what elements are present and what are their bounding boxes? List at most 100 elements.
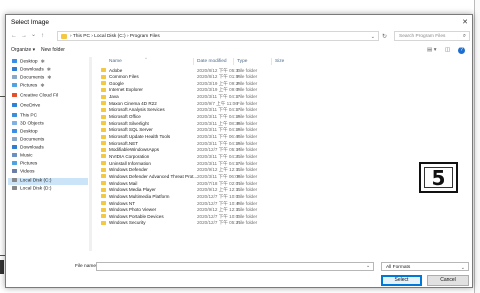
type-cell: File folder bbox=[237, 134, 258, 139]
table-row[interactable]: Internet Explorer 2020/3/19 上午 09:08 File … bbox=[95, 87, 325, 93]
pin-icon[interactable]: ✱ bbox=[40, 84, 44, 89]
search-icon[interactable]: ⌕ bbox=[463, 33, 466, 40]
table-row[interactable]: ModifiableWindowsApps 2020/12/7 下午 05:14 F… bbox=[95, 147, 325, 153]
chevron-down-icon[interactable]: ⌄ bbox=[371, 34, 375, 40]
table-row[interactable]: Windows Mail 2020/7/18 下午 02:01 File folde… bbox=[95, 180, 325, 186]
folder-icon bbox=[101, 81, 106, 86]
sidebar-item[interactable]: Local Disk (D:) bbox=[12, 186, 51, 193]
table-row[interactable]: Microsoft Analysis Services 2020/3/11 下午 … bbox=[95, 107, 325, 113]
column-header-name[interactable]: Name bbox=[109, 59, 122, 64]
chevron-down-icon[interactable]: ⌄ bbox=[366, 263, 370, 269]
sidebar-item-label: Creative Cloud Fil bbox=[20, 93, 59, 99]
sidebar-item-label: Local Disk (D:) bbox=[20, 186, 52, 192]
table-row[interactable]: Windows NT 2020/12/7 下午 10:48 File folder bbox=[95, 200, 325, 206]
table-row[interactable]: Google 2020/3/19 上午 09:28 File folder bbox=[95, 80, 325, 86]
cancel-button[interactable]: Cancel bbox=[427, 275, 469, 286]
type-cell: File folder bbox=[237, 107, 258, 113]
table-row[interactable]: Windows Portable Devices 2020/12/7 下午 10:… bbox=[95, 213, 325, 219]
help-icon[interactable]: ? bbox=[458, 47, 465, 54]
table-row[interactable]: Windows Multimedia Platform 2020/12/7 下午 … bbox=[95, 193, 325, 199]
sidebar-item[interactable]: Downloads ✱ bbox=[12, 67, 51, 74]
folder-icon bbox=[101, 207, 106, 212]
table-row[interactable]: NVIDIA Corporation 2020/3/11 下午 04:21 File… bbox=[95, 153, 325, 159]
table-row[interactable]: Microsoft Silverlight 2020/3/11 上午 08:38 F… bbox=[95, 120, 325, 126]
type-cell: File folder bbox=[237, 153, 258, 159]
table-row[interactable]: Windows Media Player 2020/9/12 上午 12:11 Fi… bbox=[95, 187, 325, 193]
type-cell: File folder bbox=[237, 207, 258, 213]
file-name-cell: Windows Security bbox=[109, 220, 146, 226]
date-modified-cell: 2020/12/7 下午 10:02 bbox=[197, 193, 241, 199]
column-header-type[interactable]: Type bbox=[237, 59, 247, 64]
new-folder-button[interactable]: New folder bbox=[41, 47, 65, 53]
recent-locations-chevron-icon[interactable]: ⌄ bbox=[31, 31, 36, 38]
sidebar-item[interactable]: Pictures ✱ bbox=[12, 83, 44, 90]
sidebar-item-label: Pictures bbox=[20, 161, 38, 167]
date-modified-cell: 2020/3/11 下午 04:17 bbox=[197, 107, 241, 113]
table-row[interactable]: Windows Defender Advanced Threat Prot...… bbox=[95, 173, 325, 179]
preview-pane-icon[interactable]: ◫ bbox=[445, 47, 450, 53]
navigation-scrollbar[interactable] bbox=[89, 57, 92, 251]
refresh-icon[interactable]: ↻ bbox=[382, 33, 387, 40]
pin-icon[interactable]: ✱ bbox=[47, 68, 51, 73]
table-row[interactable]: Adobe 2020/8/12 下午 05:32 File folder bbox=[95, 67, 325, 73]
sidebar-item[interactable]: 3D Objects bbox=[12, 121, 44, 128]
column-separator[interactable] bbox=[233, 58, 234, 65]
table-row[interactable]: Microsoft Update Health Tools 2020/3/11 下… bbox=[95, 134, 325, 140]
table-row[interactable]: Microsoft SQL Server 2020/3/11 下午 04:19 Fi… bbox=[95, 127, 325, 133]
sidebar-item[interactable]: Desktop bbox=[12, 129, 38, 136]
sidebar-item[interactable]: This PC bbox=[12, 113, 37, 120]
forward-arrow-icon[interactable]: → bbox=[21, 33, 27, 39]
type-cell: File folder bbox=[237, 147, 258, 153]
sidebar-item[interactable]: Desktop ✱ bbox=[12, 59, 45, 66]
table-row[interactable]: Windows Defender 2020/9/12 上午 12:11 File f… bbox=[95, 167, 325, 173]
folder-icon bbox=[101, 201, 106, 205]
file-name-cell: Microsoft Office bbox=[109, 114, 141, 120]
table-row[interactable]: Windows Photo Viewer 2020/9/12 上午 12:11 Fi… bbox=[95, 207, 325, 213]
date-modified-cell: 2020/3/11 下午 04:17 bbox=[197, 160, 241, 166]
sidebar-item[interactable]: Documents bbox=[12, 137, 44, 144]
up-arrow-icon[interactable]: ↑ bbox=[41, 33, 44, 39]
sidebar-item[interactable]: Pictures bbox=[12, 161, 37, 168]
folder-icon bbox=[101, 101, 106, 106]
table-row[interactable]: Microsoft Office 2020/3/11 下午 04:19 File f… bbox=[95, 114, 325, 120]
organize-button[interactable]: Organize ▾ bbox=[11, 47, 35, 53]
sidebar-item[interactable]: Creative Cloud Fil bbox=[12, 93, 58, 100]
folder-icon bbox=[101, 107, 106, 112]
date-modified-cell: 2020/8/12 下午 01:56 bbox=[197, 74, 241, 80]
sidebar-item[interactable]: Videos bbox=[12, 169, 35, 176]
table-row[interactable]: Microsoft.NET 2020/3/11 下午 04:19 File fold… bbox=[95, 140, 325, 146]
sidebar-item[interactable]: Documents ✱ bbox=[12, 75, 51, 82]
table-row[interactable]: Windows Security 2020/12/7 下午 05:21 File f… bbox=[95, 220, 325, 226]
column-header-size[interactable]: Size bbox=[275, 59, 284, 64]
table-row[interactable]: Maxon Cinema 4D R22 2020/9/7 上午 11:06 File… bbox=[95, 100, 325, 106]
type-cell: File folder bbox=[237, 114, 258, 120]
folder-icon bbox=[101, 181, 106, 186]
folder-icon bbox=[101, 114, 106, 119]
folder-icon bbox=[101, 147, 106, 152]
sidebar-item[interactable]: OneDrive bbox=[12, 103, 40, 110]
table-row[interactable]: Common Files 2020/8/12 下午 01:56 File folde… bbox=[95, 74, 325, 80]
pin-icon[interactable]: ✱ bbox=[47, 76, 51, 81]
sidebar-item[interactable]: Downloads bbox=[12, 145, 44, 152]
column-separator[interactable] bbox=[271, 58, 272, 65]
folder-icon bbox=[12, 137, 17, 141]
file-type-select[interactable]: All Formats ⌄ bbox=[381, 262, 469, 271]
address-bar[interactable]: › This PC › Local Disk (C:) › Program Fi… bbox=[57, 31, 379, 41]
close-icon[interactable]: ✕ bbox=[462, 18, 468, 26]
sidebar-item[interactable]: Music bbox=[12, 153, 33, 160]
view-options-icon[interactable]: ▤ ▾ bbox=[427, 47, 437, 53]
folder-icon bbox=[101, 141, 106, 146]
search-input[interactable]: Search Program Files ⌕ bbox=[394, 31, 470, 41]
breadcrumb[interactable]: › This PC › Local Disk (C:) › Program Fi… bbox=[70, 34, 160, 39]
file-name-input[interactable] bbox=[96, 262, 374, 271]
select-button[interactable]: Select bbox=[381, 275, 422, 286]
column-header-date[interactable]: Date modified bbox=[197, 59, 227, 64]
folder-icon bbox=[12, 103, 17, 107]
column-separator[interactable] bbox=[193, 58, 194, 65]
table-row[interactable]: Uninstall Information 2020/3/11 下午 04:17 F… bbox=[95, 160, 325, 166]
back-arrow-icon[interactable]: ← bbox=[11, 33, 17, 39]
table-row[interactable]: Java 2020/3/11 下午 04:17 File folder bbox=[95, 94, 325, 100]
type-cell: File folder bbox=[237, 167, 258, 173]
sidebar-item[interactable]: Local Disk (C:) bbox=[8, 178, 88, 185]
pin-icon[interactable]: ✱ bbox=[41, 60, 45, 65]
